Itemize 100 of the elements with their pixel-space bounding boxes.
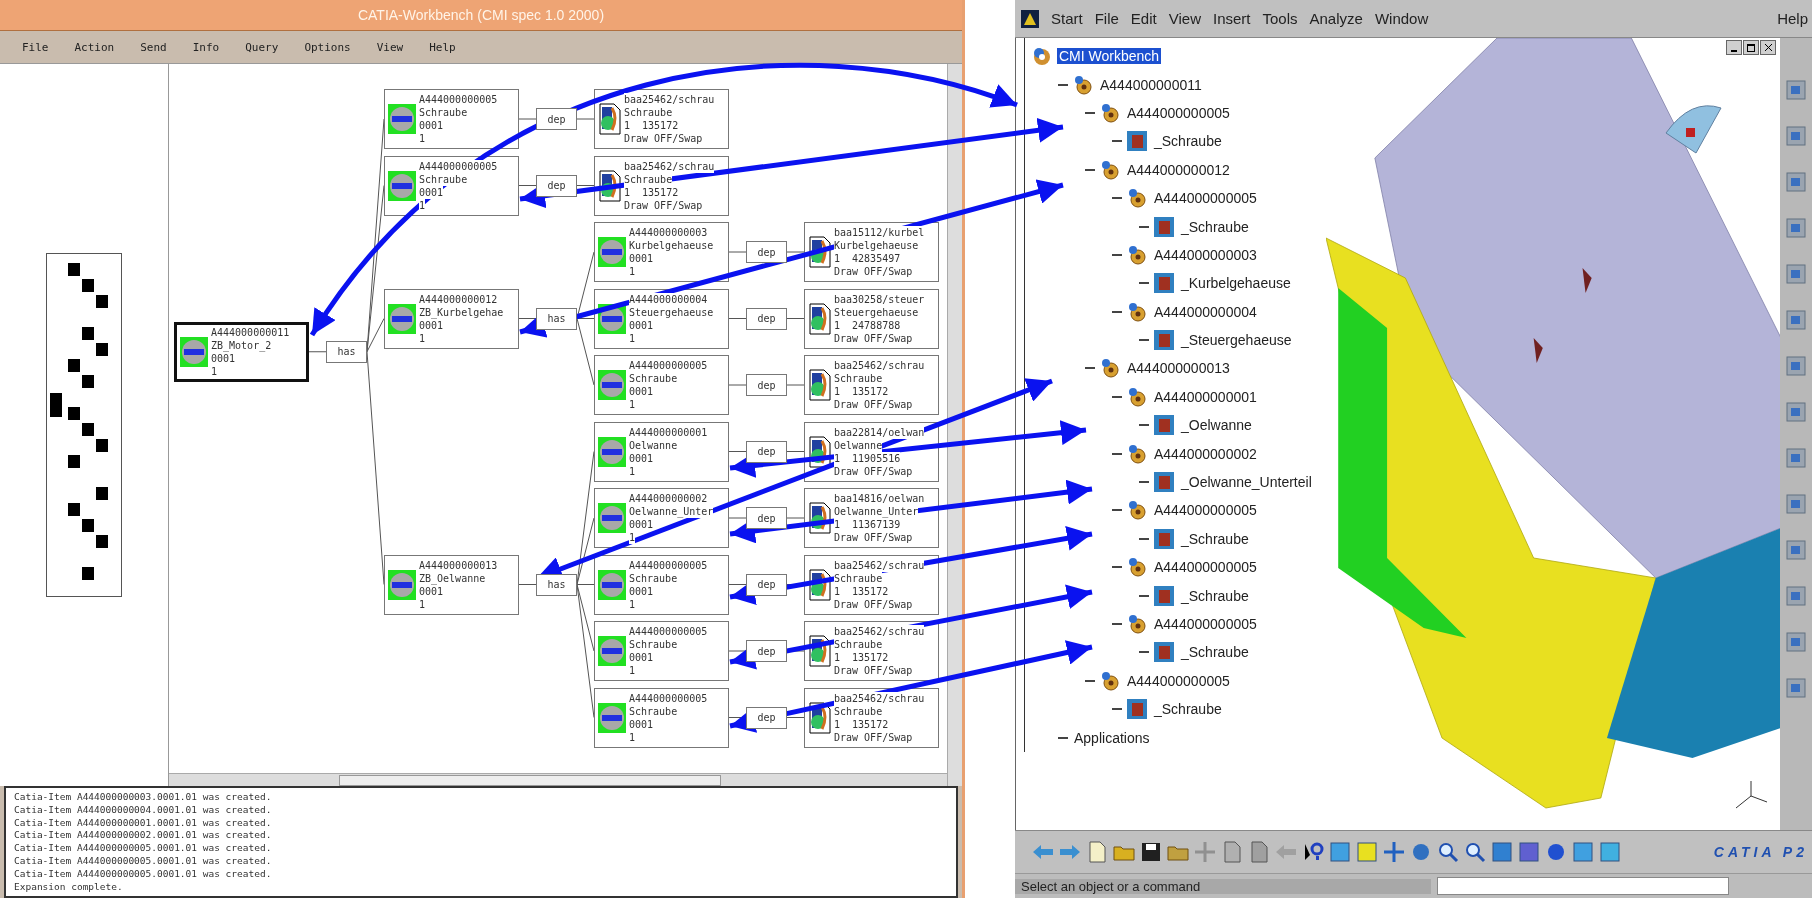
tree-item[interactable]: _Schraube — [1179, 587, 1251, 604]
close-icon[interactable] — [1760, 40, 1776, 55]
horizontal-scrollbar[interactable] — [169, 773, 947, 786]
menu-item[interactable]: Help — [1777, 10, 1808, 27]
tree-item[interactable]: _Schraube — [1179, 530, 1251, 547]
item-number: A444000000005 — [629, 691, 708, 705]
document-node[interactable]: baa25462/schrau Schraube 1 135172 Draw OFF/Swap — [804, 687, 939, 748]
tree-item[interactable]: _Oelwanne — [1179, 417, 1254, 434]
tool-icon[interactable] — [1784, 124, 1808, 148]
item-node[interactable]: A444000000005 Schraube 0001 1 — [384, 155, 519, 216]
restore-icon[interactable] — [1743, 40, 1759, 55]
scrollbar-thumb[interactable] — [339, 774, 721, 786]
menu-item[interactable]: Help — [429, 40, 456, 54]
zoom-out-icon[interactable] — [1463, 840, 1487, 864]
tool-icon[interactable] — [1784, 630, 1808, 654]
document-file: baa22814/oelwan — [834, 425, 925, 439]
tool-icon[interactable] — [1784, 400, 1808, 424]
tree-item[interactable]: _Steuergehaeuse — [1179, 332, 1294, 349]
item-count: 1 — [629, 398, 636, 411]
command-input-field[interactable] — [1437, 877, 1729, 895]
item-node[interactable]: A444000000013 ZB_Oelwanne 0001 1 — [384, 554, 519, 615]
3d-viewport[interactable] — [1015, 38, 1780, 830]
tool-icon[interactable] — [1784, 538, 1808, 562]
document-node[interactable]: baa15112/kurbel Kurbelgehaeuse 1 42835497 Draw OFF/Swap — [804, 222, 939, 282]
vertical-scrollbar[interactable] — [947, 64, 962, 786]
menu-item[interactable]: Window — [1374, 10, 1429, 27]
document-node[interactable]: baa22814/oelwan Oelwanne 1 11905516 Draw OFF/Swap — [804, 421, 939, 482]
menu-item[interactable]: Start — [1051, 10, 1083, 27]
tool-icon[interactable] — [1784, 446, 1808, 470]
item-node[interactable]: A444000000005 Schraube 0001 1 — [594, 621, 729, 681]
tree-item[interactable]: _Kurbelgehaeuse — [1179, 275, 1293, 292]
menu-item[interactable]: Tools — [1262, 10, 1298, 27]
gear-icon — [1126, 499, 1148, 522]
item-node[interactable]: A444000000005 Schraube 0001 1 — [384, 89, 519, 149]
overview-minimap-drawing[interactable] — [46, 253, 122, 597]
connector-line — [786, 451, 805, 452]
item-node[interactable]: A444000000011 ZB_Motor_2 0001 1 — [174, 321, 309, 382]
zoom-in-icon[interactable] — [1436, 840, 1460, 864]
tree-item[interactable]: CMI Workbench — [1057, 48, 1162, 65]
menu-item[interactable]: Query — [245, 40, 279, 54]
log-line: Catia-Item A444000000004.0001.01 was created. — [14, 803, 273, 817]
menu-item[interactable]: Info — [192, 40, 220, 54]
tree-item[interactable]: _Schraube — [1152, 133, 1224, 150]
tree-item[interactable]: _Oelwanne_Unterteil — [1179, 474, 1314, 491]
tool-icon[interactable] — [1784, 584, 1808, 608]
item-name: Schraube — [629, 638, 678, 651]
tool-icon[interactable] — [1784, 492, 1808, 516]
item-node[interactable]: A444000000003 Kurbelgehaeuse 0001 1 — [594, 222, 729, 282]
part-icon — [1153, 272, 1175, 295]
document-status: Draw OFF/Swap — [834, 265, 913, 278]
item-node[interactable]: A444000000002 Oelwanne_Unter 0001 1 — [594, 488, 729, 548]
menu-item[interactable]: Analyze — [1309, 10, 1363, 27]
item-count: 1 — [629, 464, 636, 478]
tool-icon[interactable] — [1784, 216, 1808, 240]
item-number: A444000000005 — [419, 93, 498, 106]
document-node[interactable]: baa25462/schrau Schraube 1 135172 Draw OFF/Swap — [594, 89, 729, 149]
menu-item[interactable]: Insert — [1212, 10, 1251, 27]
document-node[interactable]: baa30258/steuer Steuergehaeuse 1 24788788 Draw OFF/Swap — [804, 288, 939, 349]
item-version: 0001 — [629, 252, 654, 265]
document-node[interactable]: baa14816/oelwan Oelwanne_Unter 1 11367139 Draw OFF/Swap — [804, 488, 939, 548]
item-number: A444000000004 — [629, 292, 708, 306]
tree-item[interactable]: _Schraube — [1179, 218, 1251, 235]
tree-item[interactable]: _Schraube — [1179, 644, 1251, 661]
item-node[interactable]: A444000000005 Schraube 0001 1 — [594, 687, 729, 748]
document-node[interactable]: baa25462/schrau Schraube 1 135172 Draw OFF/Swap — [594, 155, 729, 216]
item-node[interactable]: A444000000004 Steuergehaeuse 0001 1 — [594, 288, 729, 349]
connector-line — [728, 650, 747, 652]
item-node[interactable]: A444000000012 ZB_Kurbelgehae 0001 1 — [384, 288, 519, 349]
document-node[interactable]: baa25462/schrau Schraube 1 135172 Draw OFF/Swap — [804, 355, 939, 415]
connector-line — [728, 251, 747, 253]
document-file: baa14816/oelwan — [834, 492, 925, 505]
tree-item[interactable]: A444000000005 — [1152, 616, 1259, 632]
menu-item[interactable]: Action — [74, 40, 115, 54]
item-count: 1 — [419, 331, 426, 345]
tool-icon[interactable] — [1784, 78, 1808, 102]
menu-item[interactable]: View — [1168, 10, 1201, 27]
tree-item[interactable]: _Schraube — [1152, 701, 1224, 718]
tool-icon[interactable] — [1784, 262, 1808, 286]
tool-icon[interactable] — [1784, 308, 1808, 332]
item-node[interactable]: A444000000005 Schraube 0001 1 — [594, 554, 729, 615]
menu-item[interactable]: File — [22, 40, 49, 54]
app-icon[interactable] — [1021, 9, 1039, 28]
item-node[interactable]: A444000000001 Oelwanne 0001 1 — [594, 421, 729, 482]
tool-icon[interactable] — [1784, 354, 1808, 378]
document-node[interactable]: baa25462/schrau Schraube 1 135172 Draw OFF/Swap — [804, 621, 939, 681]
menu-item[interactable]: File — [1094, 10, 1119, 27]
tool-icon[interactable] — [1784, 676, 1808, 700]
menu-item[interactable]: Send — [140, 40, 167, 54]
item-node[interactable]: A444000000005 Schraube 0001 1 — [594, 355, 729, 415]
document-node[interactable]: baa25462/schrau Schraube 1 135172 Draw OFF/Swap — [804, 554, 939, 615]
gear-icon — [1126, 613, 1148, 635]
menu-item[interactable]: Edit — [1130, 10, 1157, 27]
tree-item[interactable]: Applications — [1072, 729, 1152, 746]
menu-item[interactable]: Options — [304, 40, 351, 54]
item-number: A444000000005 — [629, 625, 708, 638]
tool-icon[interactable] — [1784, 170, 1808, 194]
minimize-icon[interactable] — [1726, 40, 1742, 55]
document-name: Schraube — [834, 638, 883, 651]
log-line: Catia-Item A444000000005.0001.01 was created. — [14, 867, 273, 881]
menu-item[interactable]: View — [376, 40, 404, 54]
